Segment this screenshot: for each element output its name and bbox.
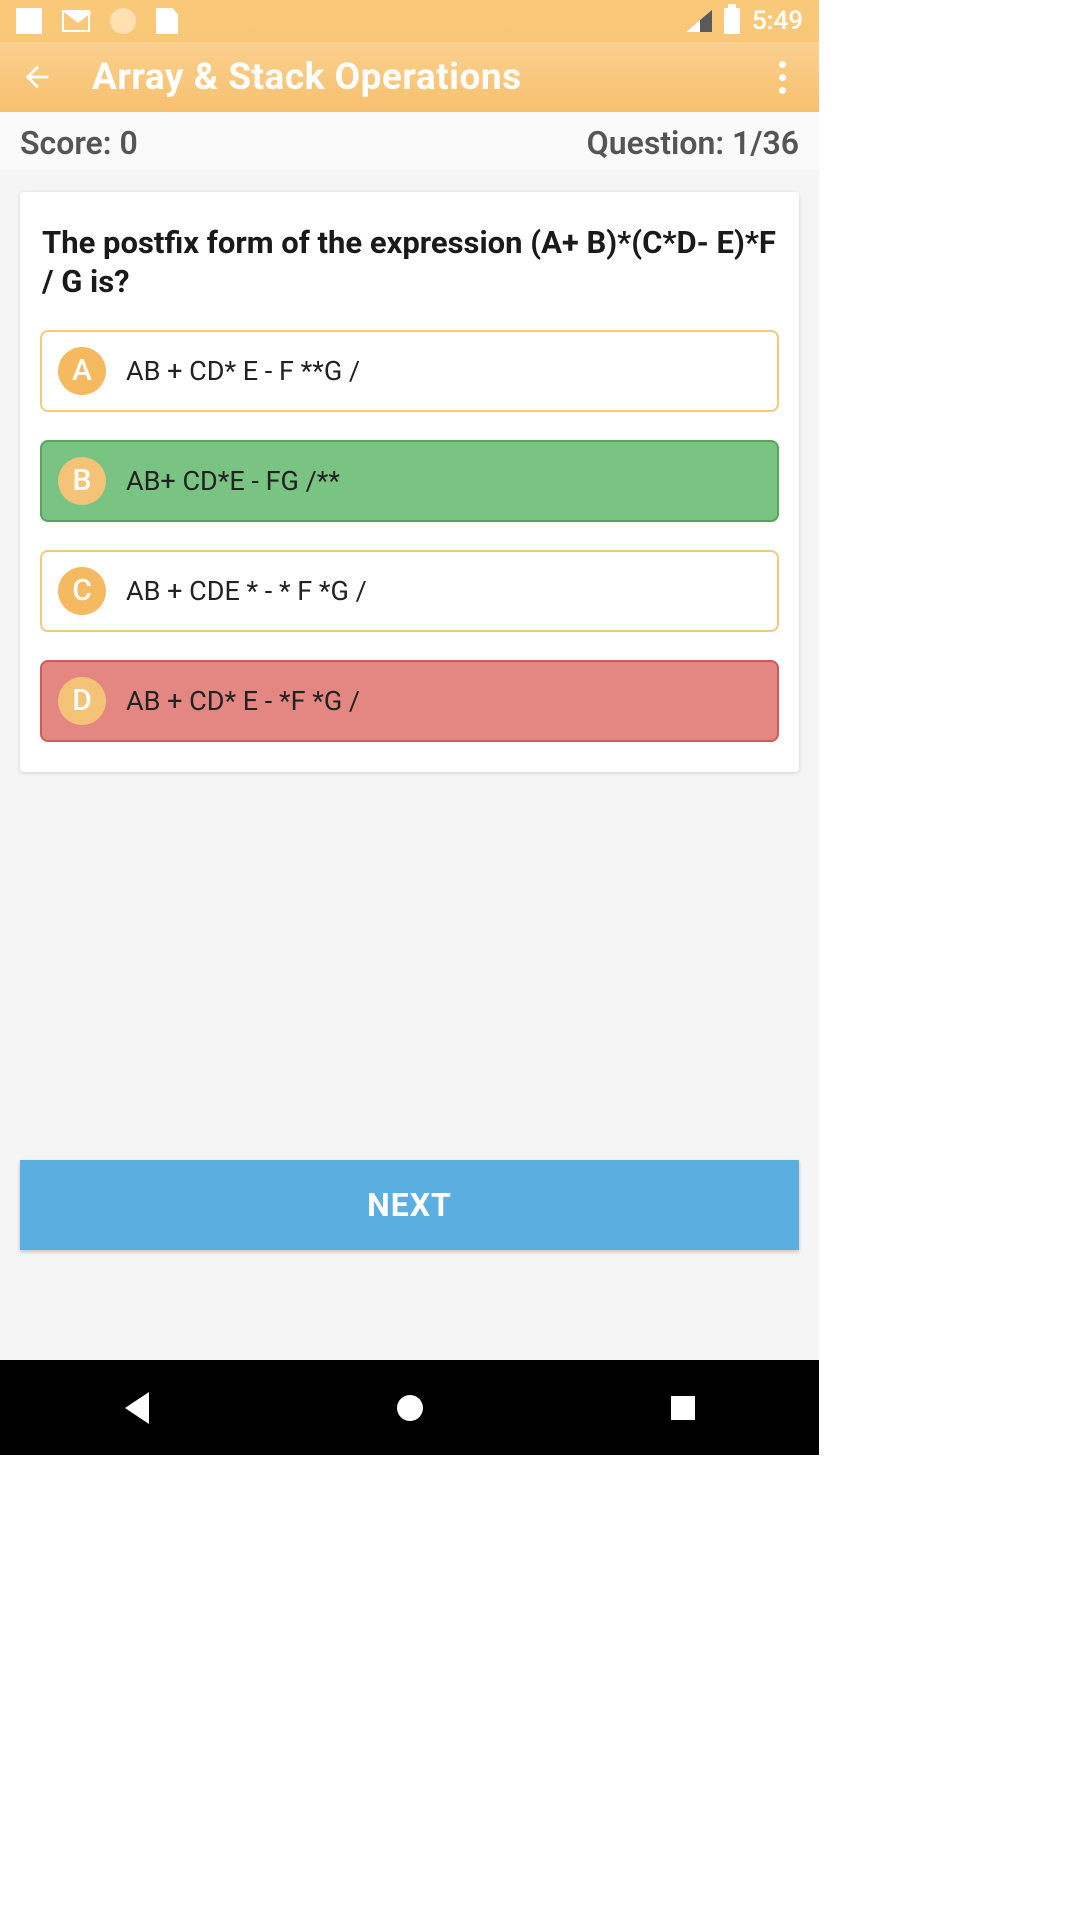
option-text: AB+ CD*E - FG /** xyxy=(126,465,340,497)
question-card: The postfix form of the expression (A+ B… xyxy=(20,192,799,772)
option-letter: D xyxy=(58,677,106,725)
app-icon-a xyxy=(16,8,42,34)
option-text: AB + CD* E - *F *G / xyxy=(126,685,360,717)
battery-icon xyxy=(724,8,740,34)
dot-icon xyxy=(779,87,786,94)
option-b[interactable]: B AB+ CD*E - FG /** xyxy=(40,440,779,522)
score-label: Score: 0 xyxy=(20,124,138,162)
system-nav-bar xyxy=(0,1360,819,1455)
next-wrap: NEXT xyxy=(20,1160,799,1330)
question-counter: Question: 1/36 xyxy=(587,124,799,162)
option-d[interactable]: D AB + CD* E - *F *G / xyxy=(40,660,779,742)
clock: 5:49 xyxy=(752,6,803,36)
option-a[interactable]: A AB + CD* E - F **G / xyxy=(40,330,779,412)
option-text: AB + CD* E - F **G / xyxy=(126,355,360,387)
nav-home-icon xyxy=(397,1395,423,1421)
option-letter: A xyxy=(58,347,106,395)
nav-recent-icon xyxy=(671,1396,695,1420)
option-letter: B xyxy=(58,457,106,505)
options-list: A AB + CD* E - F **G / B AB+ CD*E - FG /… xyxy=(40,330,779,742)
content-area: The postfix form of the expression (A+ B… xyxy=(0,170,819,1360)
next-button[interactable]: NEXT xyxy=(20,1160,799,1250)
app-bar: Array & Stack Operations xyxy=(0,42,819,112)
question-text: The postfix form of the expression (A+ B… xyxy=(40,224,779,330)
option-text: AB + CDE * - * F *G / xyxy=(126,575,367,607)
status-right: 5:49 xyxy=(686,6,803,36)
nav-home-button[interactable] xyxy=(394,1392,426,1424)
sdcard-icon xyxy=(156,8,178,34)
nav-back-icon xyxy=(125,1392,149,1424)
sub-header: Score: 0 Question: 1/36 xyxy=(0,112,819,170)
nav-recent-button[interactable] xyxy=(667,1392,699,1424)
dot-icon xyxy=(779,74,786,81)
option-letter: C xyxy=(58,567,106,615)
mail-icon xyxy=(62,10,90,32)
status-left xyxy=(16,8,178,34)
back-arrow-icon xyxy=(20,60,54,94)
signal-icon xyxy=(686,10,712,32)
status-bar: 5:49 xyxy=(0,0,819,42)
nav-back-button[interactable] xyxy=(121,1392,153,1424)
dot-icon xyxy=(779,61,786,68)
option-c[interactable]: C AB + CDE * - * F *G / xyxy=(40,550,779,632)
notification-dot-icon xyxy=(110,8,136,34)
back-button[interactable] xyxy=(18,58,56,96)
page-title: Array & Stack Operations xyxy=(92,56,522,99)
overflow-menu-button[interactable] xyxy=(763,61,801,94)
